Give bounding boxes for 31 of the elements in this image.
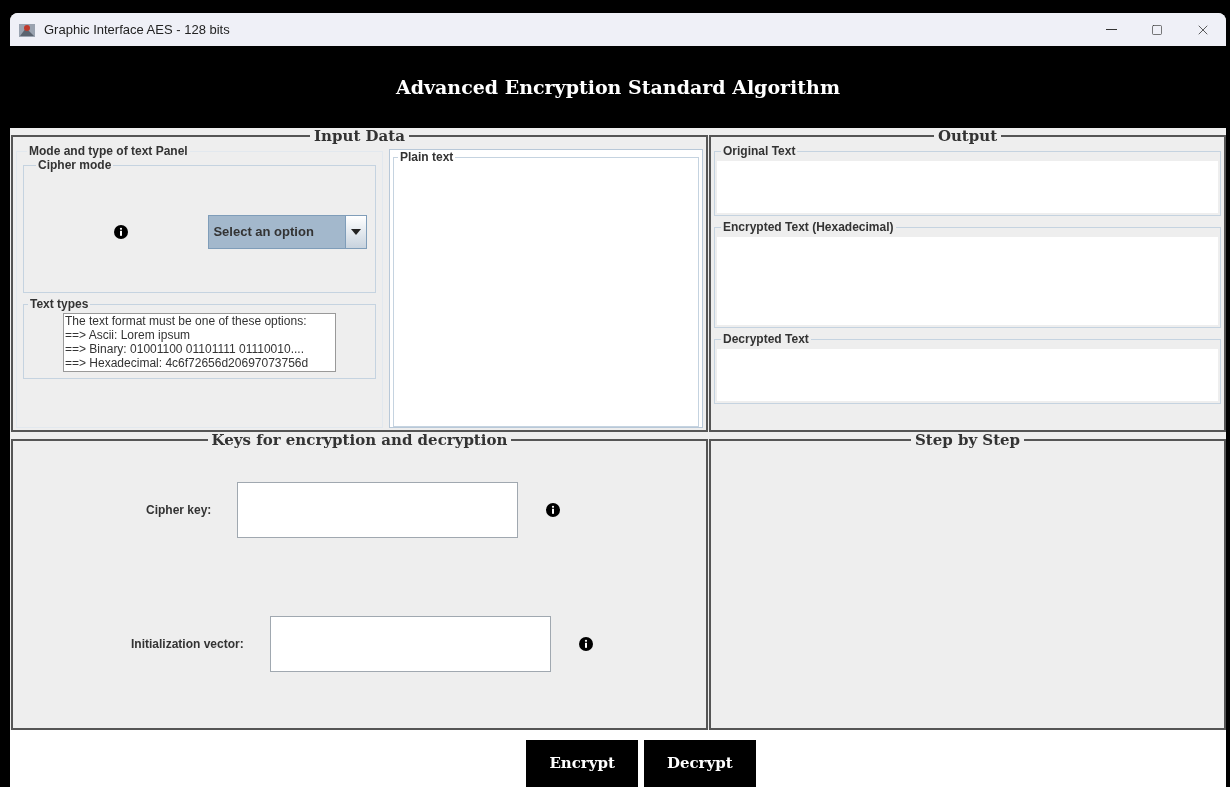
group-title: Mode and type of text Panel — [28, 144, 189, 158]
panel-title: Input Data — [313, 128, 406, 144]
app-heading: Advanced Encryption Standard Algorithm — [396, 74, 840, 100]
info-line: ==> Hexadecimal: 4c6f72656d20697073756d — [65, 356, 310, 370]
group-title: Text types — [29, 297, 90, 311]
maximize-icon — [1151, 23, 1163, 36]
group-title: Cipher mode — [37, 158, 113, 172]
group-title: Decrypted Text — [722, 332, 810, 346]
info-line: The text format must be one of these options: — [65, 314, 308, 328]
panel-title: Keys for encryption and decryption — [210, 432, 509, 448]
action-button[interactable]: Decrypt — [643, 740, 756, 787]
action-button[interactable]: Encrypt — [526, 740, 638, 787]
key-input[interactable] — [237, 482, 519, 538]
info-icon[interactable] — [114, 225, 129, 239]
field-label: Cipher key: — [146, 502, 212, 519]
caret-icon — [351, 229, 361, 235]
info-line: ==> Binary: 01001100 01101111 01110010.... — [65, 342, 305, 356]
key-input[interactable] — [269, 616, 551, 672]
info-line: ==> Ascii: Lorem ipsum — [65, 328, 192, 342]
panel-title: Step by Step — [913, 432, 1022, 448]
info-icon[interactable] — [546, 503, 561, 517]
mode-dropdown[interactable]: Select an option — [208, 215, 367, 249]
group-title: Original Text — [722, 144, 797, 158]
field-label: Initialization vector: — [131, 636, 244, 653]
group-title: Plain text — [399, 150, 455, 164]
window-title: Graphic Interface AES - 128 bits — [44, 20, 230, 39]
panel-title: Output — [936, 128, 999, 144]
info-icon[interactable] — [578, 637, 593, 651]
minimize-icon — [1105, 29, 1117, 30]
app-icon — [18, 21, 36, 38]
group-title: Encrypted Text (Hexadecimal) — [722, 220, 895, 234]
